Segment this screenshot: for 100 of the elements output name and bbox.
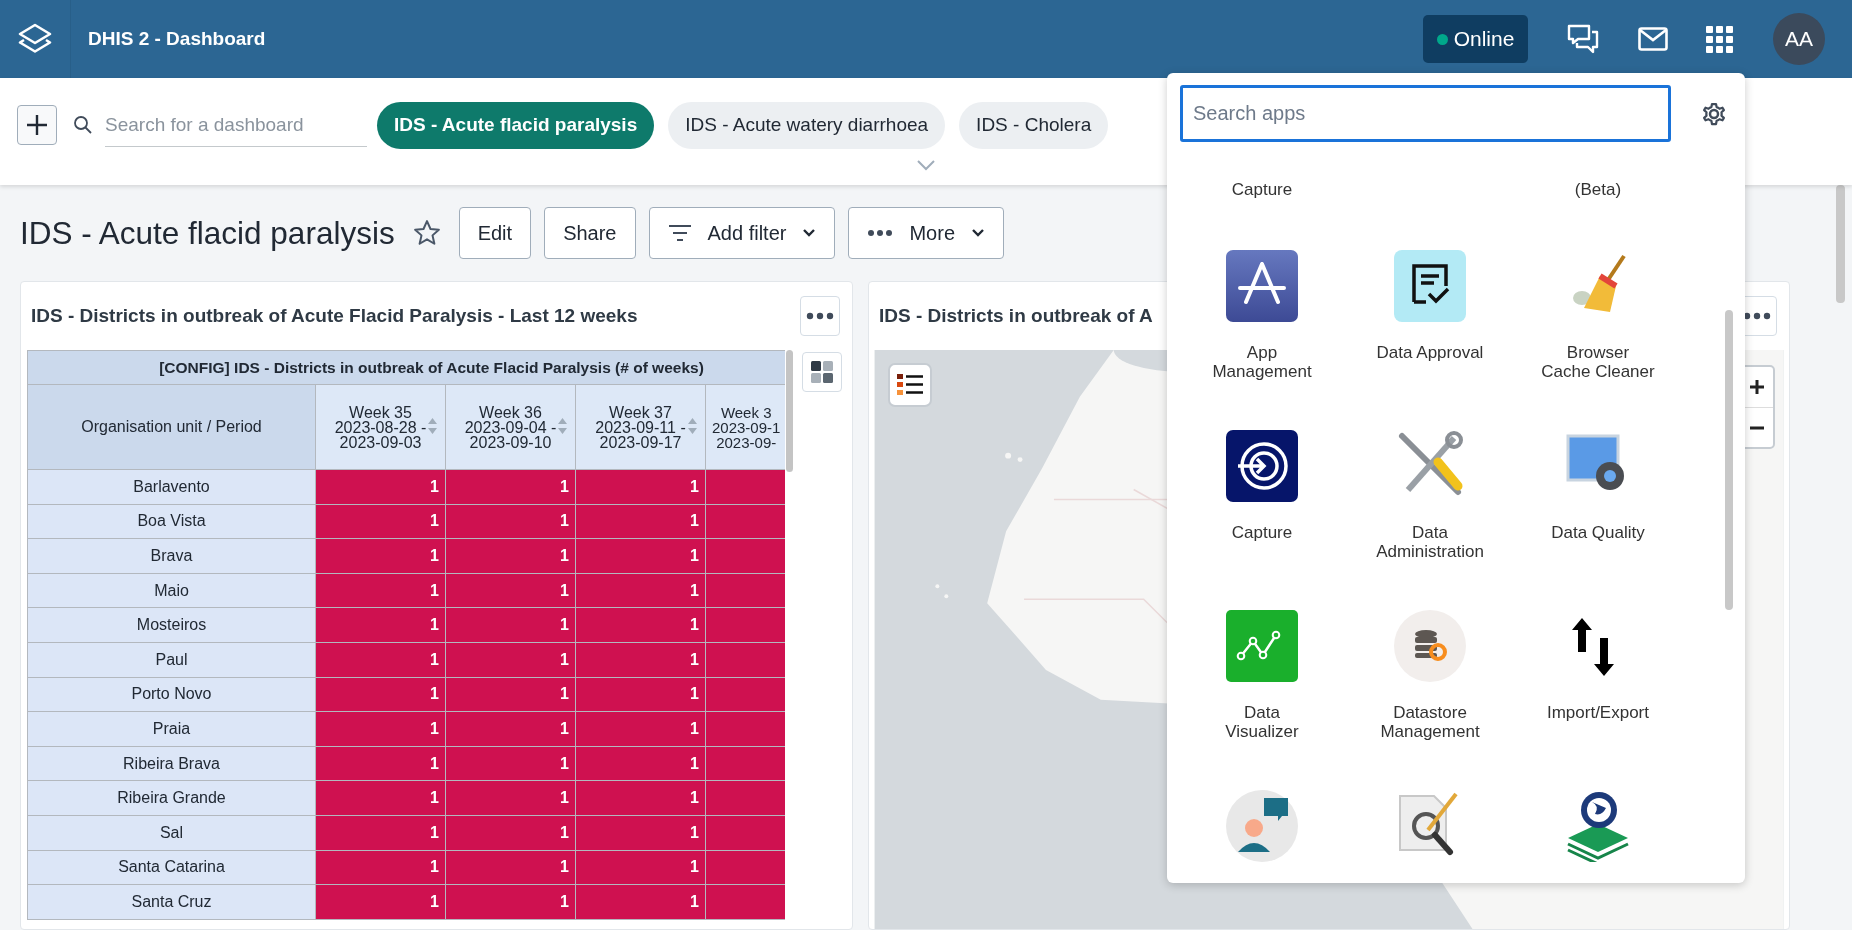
row-header: Ribeira Grande: [27, 780, 316, 816]
row-header: Sal: [27, 815, 316, 851]
row-header: Porto Novo: [27, 677, 316, 712]
item-title: IDS - Districts in outbreak of A: [879, 305, 1154, 327]
minus-icon: [1749, 425, 1765, 430]
person-chat-icon[interactable]: [1226, 790, 1298, 862]
legend-button[interactable]: [888, 363, 932, 407]
table-cell: 1: [445, 504, 576, 539]
table-cell: 1: [315, 677, 446, 712]
row-header: Santa Cruz: [27, 884, 316, 920]
table-cell: 1: [445, 711, 576, 747]
dashboard-chip[interactable]: IDS - Cholera: [959, 101, 1109, 149]
item-menu-button[interactable]: [800, 296, 840, 336]
app-label[interactable]: Datastore Management: [1380, 703, 1480, 741]
table-cell: 1: [315, 573, 446, 608]
app-label[interactable]: Data Administration: [1376, 523, 1484, 561]
row-header: Paul: [27, 642, 316, 678]
toolbar-button[interactable]: Share: [544, 207, 636, 259]
table-cell: 1: [575, 780, 706, 816]
table-cell: 1: [315, 538, 446, 574]
app-label[interactable]: (Beta): [1574, 173, 1622, 200]
row-header: Barlavento: [27, 469, 316, 505]
toolbar-button[interactable]: Add filter: [648, 207, 836, 259]
toolbar-button[interactable]: More: [848, 207, 1004, 259]
scrollbar-thumb[interactable]: [1836, 185, 1845, 303]
search-field[interactable]: Search for a dashboard: [105, 103, 367, 147]
row-header: Praia: [27, 711, 316, 747]
user-avatar[interactable]: AA: [1773, 13, 1825, 65]
table-cell: 1: [575, 711, 706, 747]
table-cell: 1: [445, 607, 576, 643]
table-cell: 1: [445, 815, 576, 851]
filter-icon: [667, 224, 692, 242]
scrollbar-thumb[interactable]: [786, 350, 793, 472]
scrollbar-thumb[interactable]: [1725, 310, 1733, 610]
caret-icon: [802, 228, 817, 238]
app-label[interactable]: Capture: [1231, 173, 1293, 200]
table-cell: 1: [575, 815, 706, 851]
row-header: Brava: [27, 538, 316, 574]
table-cell: 1: [575, 573, 706, 608]
toolbar-button[interactable]: Edit: [458, 207, 532, 259]
apps-grid-icon[interactable]: [1706, 25, 1733, 53]
database-gear-icon[interactable]: [1394, 610, 1466, 682]
search-icon: [73, 115, 93, 135]
online-status[interactable]: Online: [1423, 15, 1528, 63]
dashboard-chip[interactable]: IDS - Acute flacid paralysis: [377, 101, 655, 149]
table-cell: 1: [315, 780, 446, 816]
table-cell: 1: [315, 884, 446, 920]
app-label[interactable]: App Management: [1212, 343, 1312, 381]
plus-icon: [25, 113, 49, 137]
row-header: Maio: [27, 573, 316, 608]
view-switch-button[interactable]: [802, 352, 842, 392]
app-label[interactable]: Data Approval: [1376, 343, 1484, 362]
table-cell: 1: [445, 538, 576, 574]
table-cell: 1: [575, 469, 706, 505]
table-cell: 1: [315, 642, 446, 678]
caret-icon: [971, 228, 985, 238]
dots-icon: [1743, 312, 1771, 320]
dots-icon: [806, 312, 834, 320]
app-label[interactable]: Browser Cache Cleaner: [1541, 343, 1655, 381]
checklist-icon[interactable]: [1394, 250, 1466, 322]
table-cell: 1: [575, 884, 706, 920]
pencils-icon[interactable]: [1226, 250, 1298, 322]
row-header: Santa Catarina: [27, 850, 316, 885]
search-field[interactable]: Search apps: [1180, 85, 1671, 142]
table-cell: 1: [575, 850, 706, 885]
line-chart-icon[interactable]: [1226, 610, 1298, 682]
grid-icon: [811, 361, 833, 383]
table-cell: 1: [575, 746, 706, 781]
table-cell: 1: [575, 607, 706, 643]
table-cell: 1: [315, 504, 446, 539]
table-cell: 1: [315, 607, 446, 643]
table-cell: 1: [315, 469, 446, 505]
app-label[interactable]: Import/Export: [1546, 703, 1649, 722]
dashboard-chip[interactable]: IDS - Acute watery diarrhoea: [668, 101, 946, 149]
table-cell: 1: [445, 850, 576, 885]
table-cell: 1: [315, 711, 446, 747]
row-header: Boa Vista: [27, 504, 316, 539]
table-header: Organisation unit / Period: [27, 384, 316, 470]
dashboard-title: IDS - Acute flacid paralysis: [20, 214, 395, 252]
table-cell: 1: [575, 677, 706, 712]
list-icon: [897, 373, 923, 397]
table-cell: 1: [575, 642, 706, 678]
app-label[interactable]: Capture: [1231, 523, 1293, 542]
star-icon[interactable]: [411, 218, 442, 248]
app-label[interactable]: Data Visualizer: [1225, 703, 1299, 741]
app-label[interactable]: Data Quality: [1551, 523, 1645, 542]
add-dashboard-button[interactable]: [17, 105, 57, 145]
table-cell: 1: [315, 746, 446, 781]
table-cell: 1: [445, 573, 576, 608]
mail-icon[interactable]: [1638, 27, 1668, 51]
table-cell: 1: [575, 538, 706, 574]
app-title: DHIS 2 - Dashboard: [88, 28, 266, 50]
table-cell: 1: [445, 677, 576, 712]
table-cell: 1: [315, 850, 446, 885]
table-cell: 1: [315, 815, 446, 851]
chat-icon[interactable]: [1566, 22, 1600, 56]
dots-icon: [867, 229, 894, 237]
table-cell: 1: [445, 469, 576, 505]
plus-icon: [1749, 379, 1765, 395]
table-cell: 1: [575, 504, 706, 539]
